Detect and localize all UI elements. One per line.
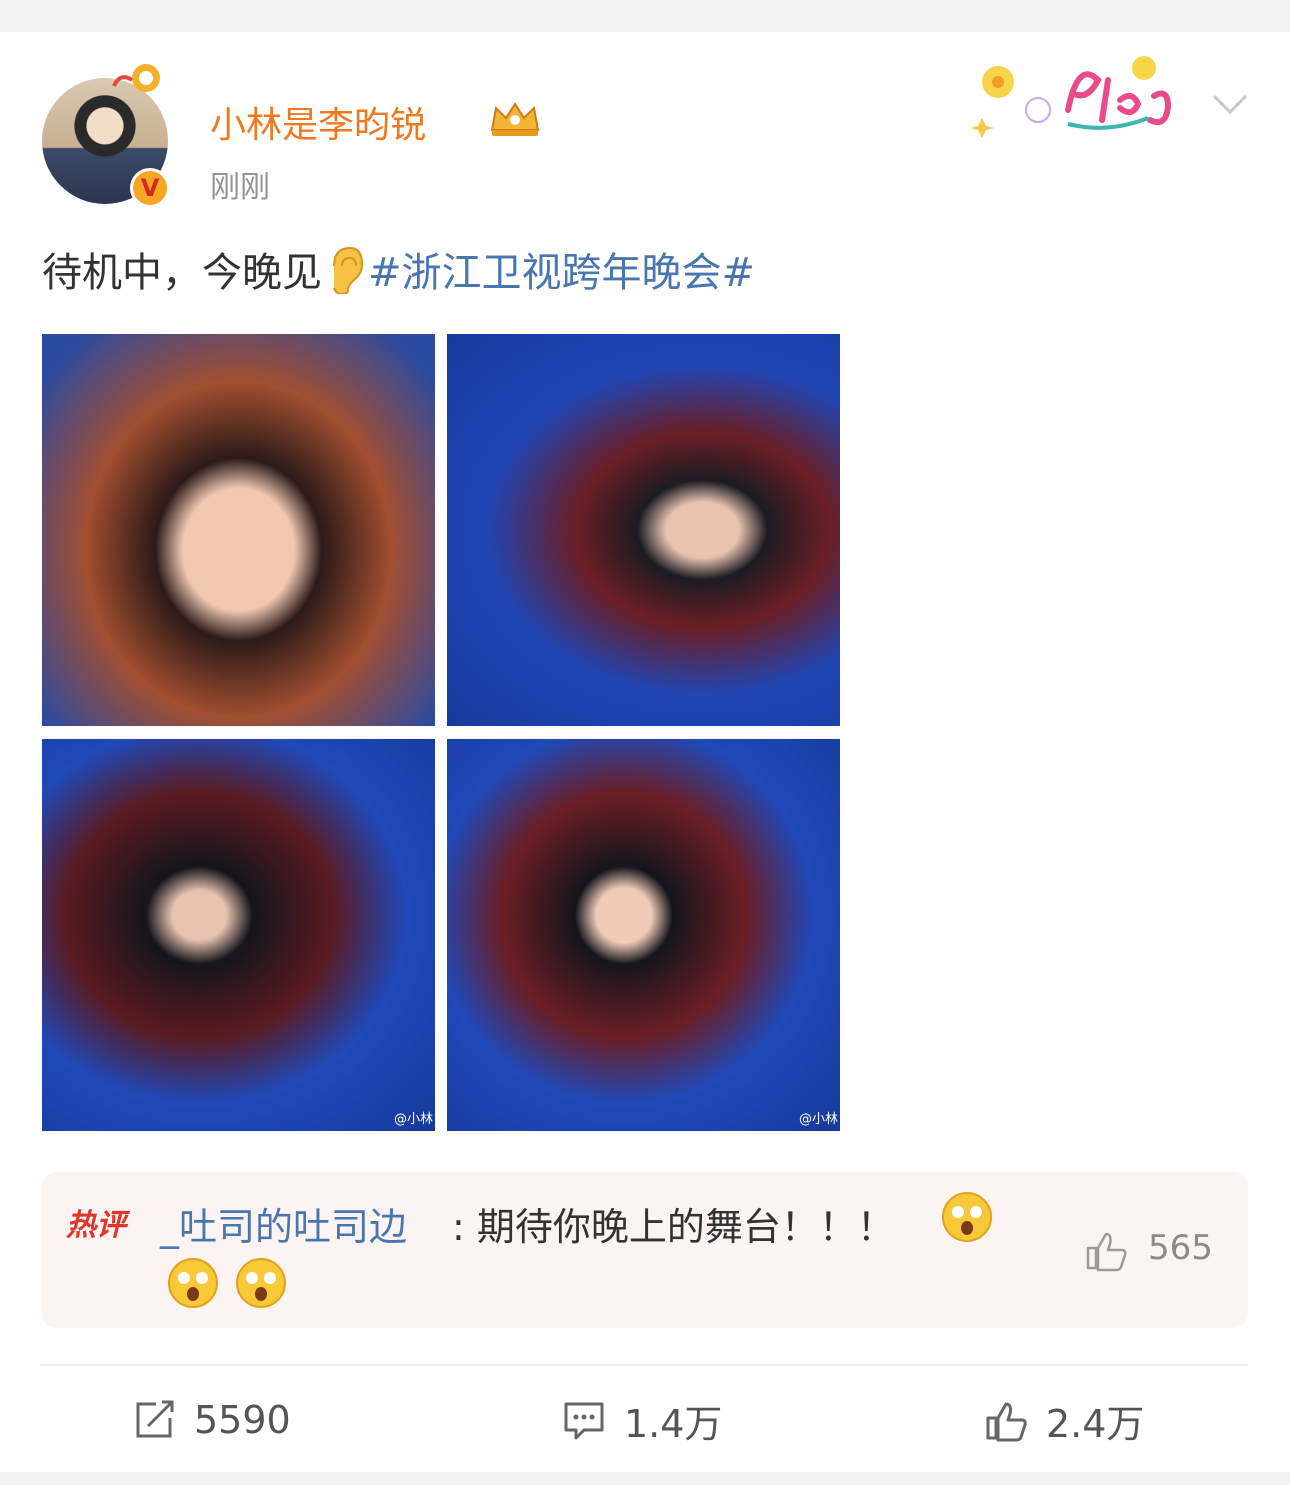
repost-icon — [136, 1400, 174, 1438]
ear-emoji-icon — [333, 246, 364, 294]
repost-count: 5590 — [194, 1398, 291, 1442]
post-body: 待机中，今晚见 — [42, 250, 322, 296]
verified-badge: V — [130, 168, 170, 208]
hot-comment-user[interactable]: _吐司的吐司边 — [160, 1196, 407, 1251]
post-text: 待机中，今晚见 #浙江卫视跨年晚会# — [42, 240, 755, 298]
chevron-down-icon[interactable] — [1208, 88, 1252, 120]
post-photo-4[interactable]: @小林 — [447, 739, 840, 1131]
thumbs-up-icon[interactable] — [1084, 1228, 1130, 1272]
thumbs-up-icon — [986, 1402, 1027, 1442]
repost-button[interactable]: 5590 — [132, 1396, 291, 1444]
like-count: 2.4万 — [1046, 1401, 1145, 1446]
comment-icon — [564, 1402, 604, 1440]
surprised-emoji-icon — [168, 1258, 218, 1308]
username[interactable]: 小林是李昀锐 — [210, 96, 426, 148]
bottom-strip — [0, 1472, 1290, 1485]
comment-count: 1.4万 — [624, 1401, 723, 1446]
hashtag-link[interactable]: #浙江卫视跨年晚会# — [368, 250, 755, 296]
surprised-emoji-icon — [236, 1258, 286, 1308]
photo-watermark: @小林 — [798, 1112, 838, 1127]
post-photo-3[interactable]: @小林 — [42, 739, 435, 1131]
crown-badge-icon — [490, 102, 540, 136]
post-photo-2[interactable] — [447, 334, 840, 726]
like-button[interactable]: 2.4万 — [984, 1396, 1144, 1446]
avatar-pendant-icon — [112, 64, 160, 92]
comment-button[interactable]: 1.4万 — [562, 1396, 722, 1446]
divider — [40, 1364, 1248, 1366]
surprised-emoji-icon — [942, 1192, 992, 1242]
post-photo-1[interactable] — [42, 334, 435, 726]
hot-comment-text: : 期待你晚上的舞台！！！ — [452, 1205, 895, 1249]
plog-sticker-icon — [970, 56, 1172, 138]
photo-watermark: @小林 — [393, 1112, 433, 1127]
post-time: 刚刚 — [210, 170, 270, 205]
hot-comment-badge: 热评 — [66, 1208, 126, 1243]
hot-comment-like-count: 565 — [1148, 1228, 1213, 1268]
